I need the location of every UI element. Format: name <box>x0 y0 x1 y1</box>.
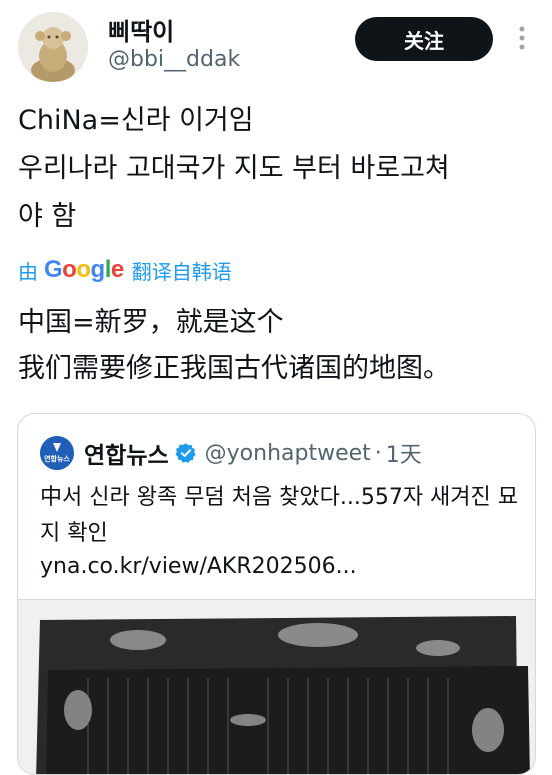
quoted-tweet-text: 中서 신라 왕족 무덤 처음 찾았다...557자 새겨진 묘지 확인 <box>40 485 519 546</box>
translation-label: 翻译自韩语 <box>131 259 232 284</box>
google-logo: Google <box>44 256 124 283</box>
quoted-display-name[interactable]: 연합뉴스 <box>84 436 169 470</box>
quoted-tweet-link[interactable]: yna.co.kr/view/AKR202506... <box>40 554 357 579</box>
quoted-media[interactable] <box>18 599 535 774</box>
yonhap-logo-icon <box>40 436 74 470</box>
avatar-image <box>18 12 88 82</box>
translated-text: 中国=新罗，就是这个 我们需要修正我国古代诸国的地图。 <box>18 307 450 384</box>
author-display-name[interactable]: 삐딱이 <box>108 12 174 47</box>
author-avatar[interactable] <box>18 12 88 82</box>
quoted-separator: · <box>374 440 382 466</box>
author-handle[interactable]: @bbi__ddak <box>108 47 240 72</box>
translation-prefix: 由 <box>18 259 38 284</box>
quoted-avatar[interactable]: 연합뉴스 <box>40 436 74 470</box>
rubbing-image <box>18 600 535 774</box>
follow-button[interactable]: 关注 <box>355 17 493 61</box>
quoted-handle[interactable]: @yonhaptweet <box>205 441 371 466</box>
translation-attribution[interactable]: 由 Google 翻译自韩语 <box>18 255 232 285</box>
quoted-avatar-text: 연합뉴스 <box>44 455 70 463</box>
quoted-timestamp[interactable]: 1天 <box>386 437 422 469</box>
quoted-tweet-card[interactable]: 연합뉴스 연합뉴스 @yonhaptweet · 1天 中서 신라 왕족 무덤 … <box>17 413 536 775</box>
verified-icon <box>175 443 196 463</box>
quoted-tweet-header: 연합뉴스 연합뉴스 @yonhaptweet · 1天 <box>40 436 422 470</box>
more-icon[interactable] <box>512 24 532 54</box>
tweet-text: ChiNa=신라 이거임 우리나라 고대국가 지도 부터 바로고쳐 야 함 <box>18 105 450 232</box>
